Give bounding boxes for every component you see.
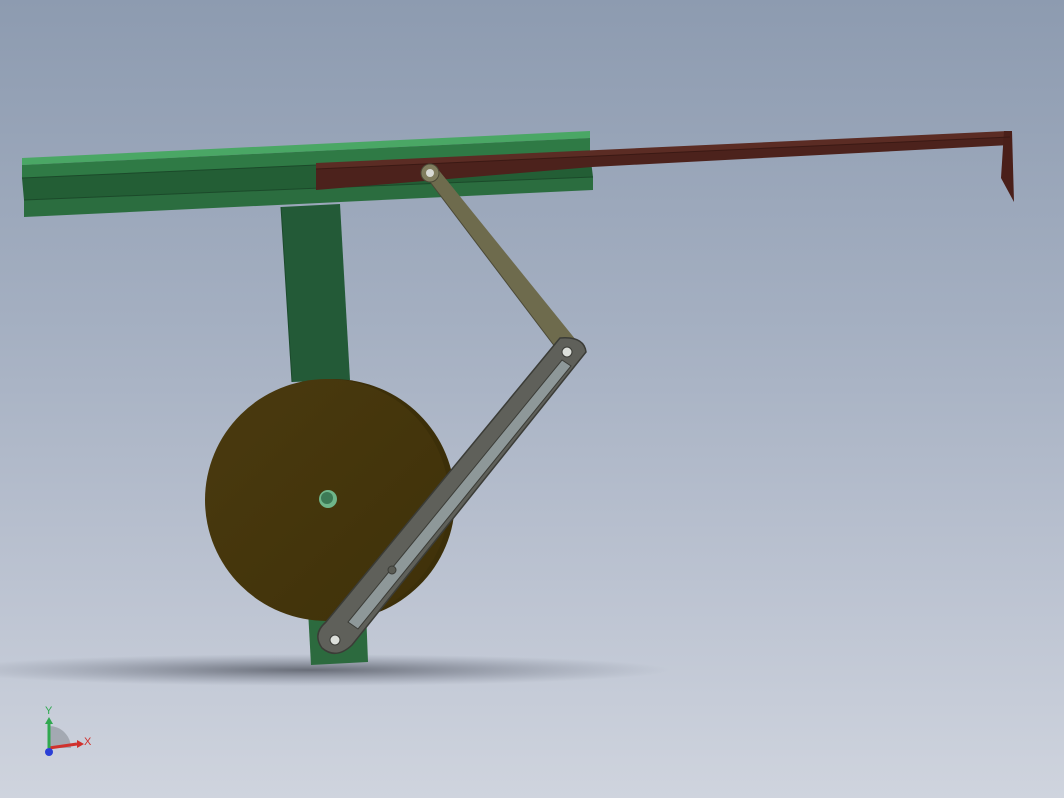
slotted-lever-top-pin: [561, 346, 573, 358]
triad-x-label: X: [84, 736, 92, 748]
connecting-rod-body: [421, 168, 580, 356]
mechanism-3d-view[interactable]: X Y: [0, 0, 1064, 798]
crank-pin: [387, 565, 397, 575]
triad-x-arrow: [77, 740, 84, 748]
triad-y-arrow: [45, 717, 53, 724]
cad-viewport[interactable]: X Y: [0, 0, 1064, 798]
slotted-lever-bottom-pin: [329, 634, 341, 646]
triad-y-label: Y: [45, 705, 53, 717]
frame-column: [281, 204, 350, 382]
coordinate-triad[interactable]: X Y: [45, 705, 92, 756]
crank-disc[interactable]: [205, 379, 455, 621]
triad-z-axis: [45, 748, 53, 756]
